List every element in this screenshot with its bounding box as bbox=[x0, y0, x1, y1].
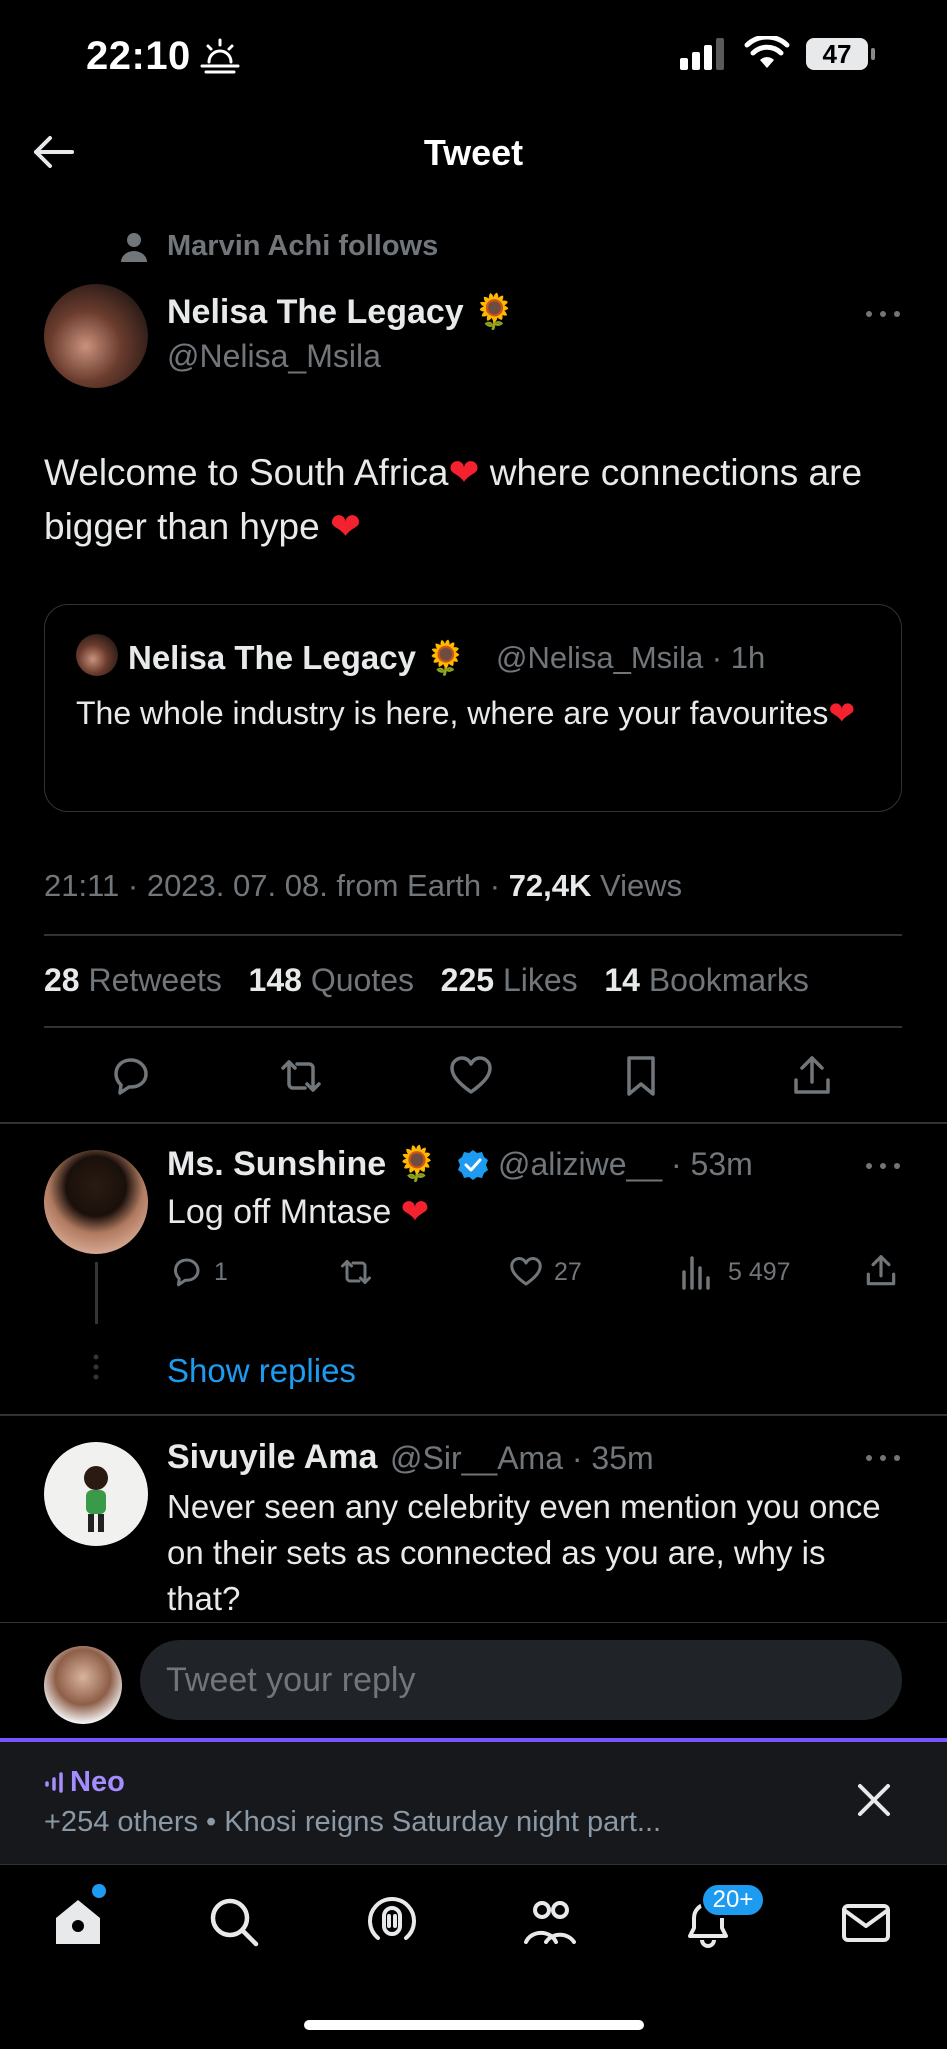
retweet-icon[interactable] bbox=[277, 1052, 325, 1100]
tweet-timestamp: 21:11 · 2023. 07. 08. from Earth · bbox=[44, 868, 509, 903]
home-icon[interactable] bbox=[50, 1894, 106, 1950]
reply-text: Never seen any celebrity even mention yo… bbox=[167, 1488, 881, 1617]
heart-emoji: ❤ bbox=[400, 1192, 430, 1232]
divider bbox=[0, 1122, 947, 1124]
bookmark-icon[interactable] bbox=[617, 1052, 665, 1100]
reply-icon[interactable] bbox=[106, 1052, 154, 1100]
quoted-author-name-text: Nelisa The Legacy bbox=[128, 639, 416, 676]
communities-icon[interactable] bbox=[522, 1894, 578, 1950]
reply-icon[interactable] bbox=[168, 1254, 204, 1290]
engagement-stats: 28 Retweets 148 Quotes 225 Likes 14 Book… bbox=[44, 962, 809, 999]
person-icon bbox=[121, 233, 147, 262]
views-label: Views bbox=[591, 868, 683, 903]
verified-badge-icon bbox=[458, 1150, 488, 1180]
status-time: 22:10 bbox=[86, 34, 191, 78]
reply-author-avatar[interactable] bbox=[44, 1442, 148, 1546]
reply-author-name[interactable]: Ms. Sunshine 🌻 bbox=[167, 1144, 438, 1184]
author-name-text: Nelisa The Legacy bbox=[167, 293, 464, 331]
reply-author-name[interactable]: Sivuyile Ama bbox=[167, 1438, 377, 1477]
reply-author-name-text: Ms. Sunshine bbox=[167, 1145, 387, 1183]
spaces-host-name: Neo bbox=[70, 1766, 125, 1798]
reply-input[interactable] bbox=[140, 1640, 902, 1720]
quoted-author-name: Nelisa The Legacy 🌻 bbox=[128, 638, 466, 678]
likes-stat[interactable]: 225 Likes bbox=[441, 962, 578, 998]
retweet-icon[interactable] bbox=[338, 1254, 374, 1290]
reply-text: Log off Mntase ❤ bbox=[167, 1192, 429, 1232]
more-options-icon[interactable] bbox=[864, 308, 904, 320]
reply-count: 1 bbox=[214, 1258, 228, 1286]
battery-level: 47 bbox=[806, 38, 868, 70]
notifications-badge: 20+ bbox=[700, 1882, 766, 1918]
spaces-icon[interactable] bbox=[364, 1894, 420, 1950]
author-avatar[interactable] bbox=[44, 284, 148, 388]
more-options-icon[interactable] bbox=[864, 1452, 904, 1464]
author-name[interactable]: Nelisa The Legacy 🌻 bbox=[167, 292, 515, 332]
home-unread-dot bbox=[92, 1884, 106, 1898]
wifi-icon bbox=[744, 36, 790, 68]
share-icon[interactable] bbox=[788, 1052, 836, 1100]
spaces-mini-player[interactable] bbox=[0, 1738, 947, 1864]
thread-dots-icon bbox=[93, 1354, 99, 1380]
heart-emoji: ❤ bbox=[329, 505, 361, 548]
views-count: 72,4K bbox=[508, 868, 592, 903]
page-title: Tweet bbox=[423, 132, 524, 173]
close-icon[interactable] bbox=[852, 1778, 896, 1822]
like-icon[interactable] bbox=[447, 1052, 495, 1100]
cellular-signal-icon bbox=[680, 38, 724, 70]
social-context: Marvin Achi follows bbox=[167, 230, 439, 262]
home-indicator bbox=[304, 2020, 644, 2030]
thread-line bbox=[95, 1262, 98, 1324]
spaces-subtitle: +254 others • Khosi reigns Saturday nigh… bbox=[44, 1806, 662, 1838]
views-icon[interactable] bbox=[680, 1254, 714, 1290]
tweet-meta: 21:11 · 2023. 07. 08. from Earth · 72,4K… bbox=[44, 868, 682, 904]
retweets-stat[interactable]: 28 Retweets bbox=[44, 962, 222, 998]
view-count: 5 497 bbox=[728, 1258, 791, 1286]
heart-emoji: ❤ bbox=[448, 451, 480, 494]
audio-bars-icon bbox=[45, 1772, 63, 1793]
reply-text-body: Log off Mntase bbox=[167, 1193, 401, 1231]
quoted-tweet-text: The whole industry is here, where are yo… bbox=[76, 690, 876, 736]
quotes-stat[interactable]: 148 Quotes bbox=[249, 962, 414, 998]
reply-author-handle[interactable]: @Sir__Ama · 35m bbox=[390, 1440, 654, 1477]
tweet-text-part1: Welcome to South Africa bbox=[44, 452, 449, 493]
sunflower-emoji: 🌻 bbox=[473, 292, 516, 332]
reply-author-handle[interactable]: @aliziwe__ · 53m bbox=[498, 1146, 753, 1183]
quoted-author-handle: @Nelisa_Msila · 1h bbox=[496, 640, 766, 675]
messages-icon[interactable] bbox=[838, 1894, 894, 1950]
divider bbox=[0, 1414, 947, 1416]
my-avatar bbox=[44, 1646, 122, 1724]
heart-emoji: ❤ bbox=[828, 694, 856, 732]
like-icon[interactable] bbox=[508, 1254, 544, 1290]
like-count: 27 bbox=[554, 1258, 582, 1286]
sunset-icon bbox=[200, 38, 240, 74]
reply-author-avatar[interactable] bbox=[44, 1150, 148, 1254]
sunflower-emoji: 🌻 bbox=[395, 1144, 438, 1184]
sunflower-emoji: 🌻 bbox=[425, 638, 467, 677]
divider bbox=[44, 1026, 902, 1028]
battery-icon: 47 bbox=[806, 38, 875, 70]
avatar-figure-image bbox=[84, 1466, 108, 1532]
spaces-host: Neo bbox=[44, 1766, 125, 1799]
search-icon[interactable] bbox=[206, 1894, 262, 1950]
more-options-icon[interactable] bbox=[864, 1160, 904, 1172]
quoted-tweet-text-body: The whole industry is here, where are yo… bbox=[76, 695, 829, 731]
show-replies-link[interactable]: Show replies bbox=[167, 1352, 356, 1390]
share-icon[interactable] bbox=[862, 1252, 900, 1290]
author-handle[interactable]: @Nelisa_Msila bbox=[167, 338, 381, 375]
bookmarks-stat[interactable]: 14 Bookmarks bbox=[604, 962, 809, 998]
tweet-text: Welcome to South Africa❤ where connectio… bbox=[44, 446, 914, 554]
divider bbox=[44, 934, 902, 936]
quoted-author-avatar bbox=[76, 634, 118, 676]
